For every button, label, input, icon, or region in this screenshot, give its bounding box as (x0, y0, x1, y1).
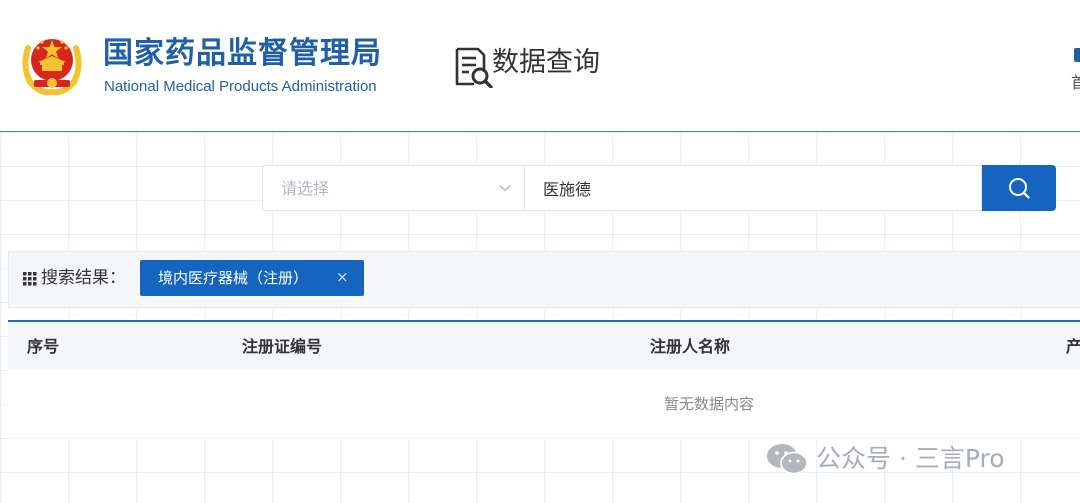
wechat-icon (767, 444, 808, 475)
table-header-row: 序号 注册证编号 注册人名称 产 (8, 322, 1080, 370)
nav-link-home-partial[interactable]: 首 (1071, 74, 1080, 92)
home-icon[interactable] (1074, 48, 1080, 62)
column-header-product: 产 (1066, 337, 1080, 356)
filter-tag-label: 境内医疗器械（注册） (158, 269, 309, 287)
search-icon (1009, 178, 1030, 199)
table-body: 暂无数据内容 (8, 370, 1080, 439)
close-icon[interactable]: × (336, 267, 349, 287)
category-select-placeholder: 请选择 (281, 179, 330, 198)
org-name-en: National Medical Products Administration (104, 78, 377, 95)
filter-tag-domestic-device[interactable]: 境内医疗器械（注册） × (140, 260, 364, 296)
section-title: 数据查询 (492, 47, 600, 78)
search-input[interactable] (524, 165, 982, 211)
empty-state-message: 暂无数据内容 (664, 395, 755, 413)
chevron-down-icon (499, 184, 511, 192)
column-header-index: 序号 (27, 337, 60, 356)
column-header-cert-number: 注册证编号 (242, 337, 323, 356)
results-table: 序号 注册证编号 注册人名称 产 暂无数据内容 (8, 320, 1080, 439)
page: 国家药品监督管理局 National Medical Products Admi… (0, 0, 1080, 503)
grid-dots-icon (23, 272, 37, 286)
category-select[interactable]: 请选择 (262, 165, 524, 211)
site-header: 国家药品监督管理局 National Medical Products Admi… (0, 0, 1080, 132)
search-results-bar: 搜索结果： 境内医疗器械（注册） × (8, 251, 1080, 308)
watermark-text: 公众号 · 三言Pro (816, 444, 1005, 473)
search-button[interactable] (982, 165, 1056, 211)
document-search-icon (455, 47, 493, 88)
column-header-registrant: 注册人名称 (650, 337, 731, 356)
search-results-label: 搜索结果： (41, 268, 126, 288)
national-emblem-icon (22, 39, 82, 96)
org-name-cn: 国家药品监督管理局 (103, 36, 382, 71)
